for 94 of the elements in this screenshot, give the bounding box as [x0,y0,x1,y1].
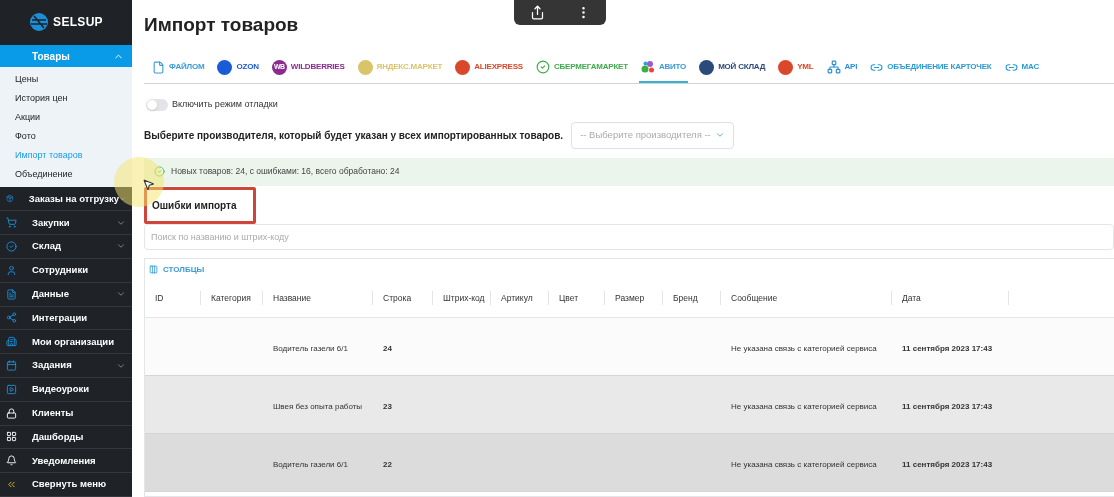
menu-icon [6,240,17,252]
column-header: ID [155,292,164,304]
source-tab[interactable]: API [824,53,860,83]
menu-icon [6,336,17,348]
submenu-item[interactable]: Фото [0,127,132,147]
table-cell: 11 сентября 2023 17:43 [902,460,993,469]
sidebar-item[interactable]: Склад [0,235,132,259]
menu-icon [6,431,17,443]
manufacturer-label: Выберите производителя, который будет указан у всех импортированных товаров. [144,128,564,143]
menu-label: Заказы на отгрузку [28,191,119,206]
column-header: Дата [902,292,921,304]
menu-icon [6,455,17,467]
menu-icon [6,407,17,419]
page-title: Импорт товаров [144,13,300,37]
sidebar-item[interactable]: Свернуть меню [0,473,132,497]
table-cell: Водитель газели 6/1 [273,460,348,469]
sidebar-item[interactable]: Данные [0,282,132,307]
menu-label: Склад [32,239,63,254]
sidebar-item[interactable]: Уведомления [0,449,132,474]
menu-label: Клиенты [32,406,75,421]
menu-icon [6,360,17,372]
column-header: Название [273,292,311,304]
table-cell: Не указана связь с категорией сервиса [731,460,877,469]
file-icon [152,60,165,74]
column-header: Артикул [501,292,533,304]
logo-icon [778,59,794,75]
debug-toggle[interactable] [146,98,168,111]
submenu-item[interactable]: Объединение [0,165,132,185]
menu-label: Свернуть меню [32,477,108,492]
source-tab[interactable]: ALIEXPRESS [453,53,525,83]
menu-icon [6,312,17,324]
logo-icon [357,59,373,75]
menu-icon [6,288,17,300]
menu-label: Данные [32,286,70,301]
submenu-item[interactable]: Акции [0,108,132,128]
table-cell: Не указана связь с категорией сервиса [731,344,877,353]
menu-label: Задания [32,358,73,373]
chevron-down-icon [714,130,725,140]
menu-label: Мои организации [32,334,116,349]
section-title: Ошибки импорта [152,198,237,213]
sidebar-item[interactable]: Задания [0,354,132,378]
table-cell: 22 [383,460,392,469]
sidebar-item[interactable]: Мои организации [0,330,132,355]
logo-icon [217,59,233,75]
table-cell: Не указана связь с категорией сервиса [731,402,877,411]
columns-icon [149,265,158,274]
table-cell: Швея без опыта работы [273,402,363,411]
column-header: Размер [615,292,645,304]
menu-icon [6,217,17,229]
column-header: Сообщение [731,292,778,304]
globe-logo-icon [29,12,50,33]
menu-label: Закупки [32,215,71,230]
sidebar-item[interactable]: Сотрудники [0,258,132,283]
banner-text: Новых товаров: 24, с ошибками: 16, всего обработано: 24 [171,165,400,178]
column-header: Категория [211,292,251,304]
submenu-item[interactable]: История цен [0,89,132,109]
logo-icon [455,59,471,75]
column-header: Цвет [559,292,579,304]
menu-label: Уведомления [32,453,97,468]
table-cell: 23 [383,402,392,411]
menu-label: Дашборды [32,429,85,444]
check-circle-icon [154,166,165,177]
menu-icon [6,264,17,276]
search-field[interactable]: Поиск по названию и штрих-коду [144,223,1114,250]
sidebar-item[interactable]: Клиенты [0,401,132,426]
check-circle-icon [535,60,550,74]
menu-icon [6,193,14,205]
mouse-pointer-icon [142,178,155,191]
menu-label: Видеоуроки [32,382,91,397]
source-tab[interactable]: YML [776,53,816,83]
sidebar-item[interactable]: Заказы на отгрузку [0,187,132,212]
sidebar-item[interactable]: Интеграции [0,306,132,331]
logo-text: SELSUP [53,14,103,32]
share-icon[interactable] [529,5,545,20]
sidebar-item[interactable]: Дашборды [0,425,132,450]
menu-label: Сотрудники [32,263,89,278]
toggle-label: Включить режим отладки [172,98,278,111]
source-tab[interactable]: МОЙ СКЛАД [697,53,768,83]
table-cell: Водитель газели 6/1 [273,344,348,353]
logo-icon [699,59,715,75]
column-header: Строка [383,292,412,304]
source-tab[interactable]: OZON [215,53,261,83]
submenu-item[interactable]: Цены [0,70,132,90]
network-icon [826,60,841,74]
table-cell: 24 [383,344,392,353]
dots-logo-icon [640,60,655,74]
table-cell: 11 сентября 2023 17:43 [902,344,993,353]
column-header: Штрих-код [443,292,485,304]
column-header: Бренд [673,292,698,304]
table-cell: 11 сентября 2023 17:43 [902,402,993,411]
sidebar-item[interactable]: Видеоуроки [0,377,132,402]
menu-icon [6,383,17,395]
sidebar-item[interactable]: Закупки [0,211,132,236]
menu-label: Интеграции [32,310,89,325]
